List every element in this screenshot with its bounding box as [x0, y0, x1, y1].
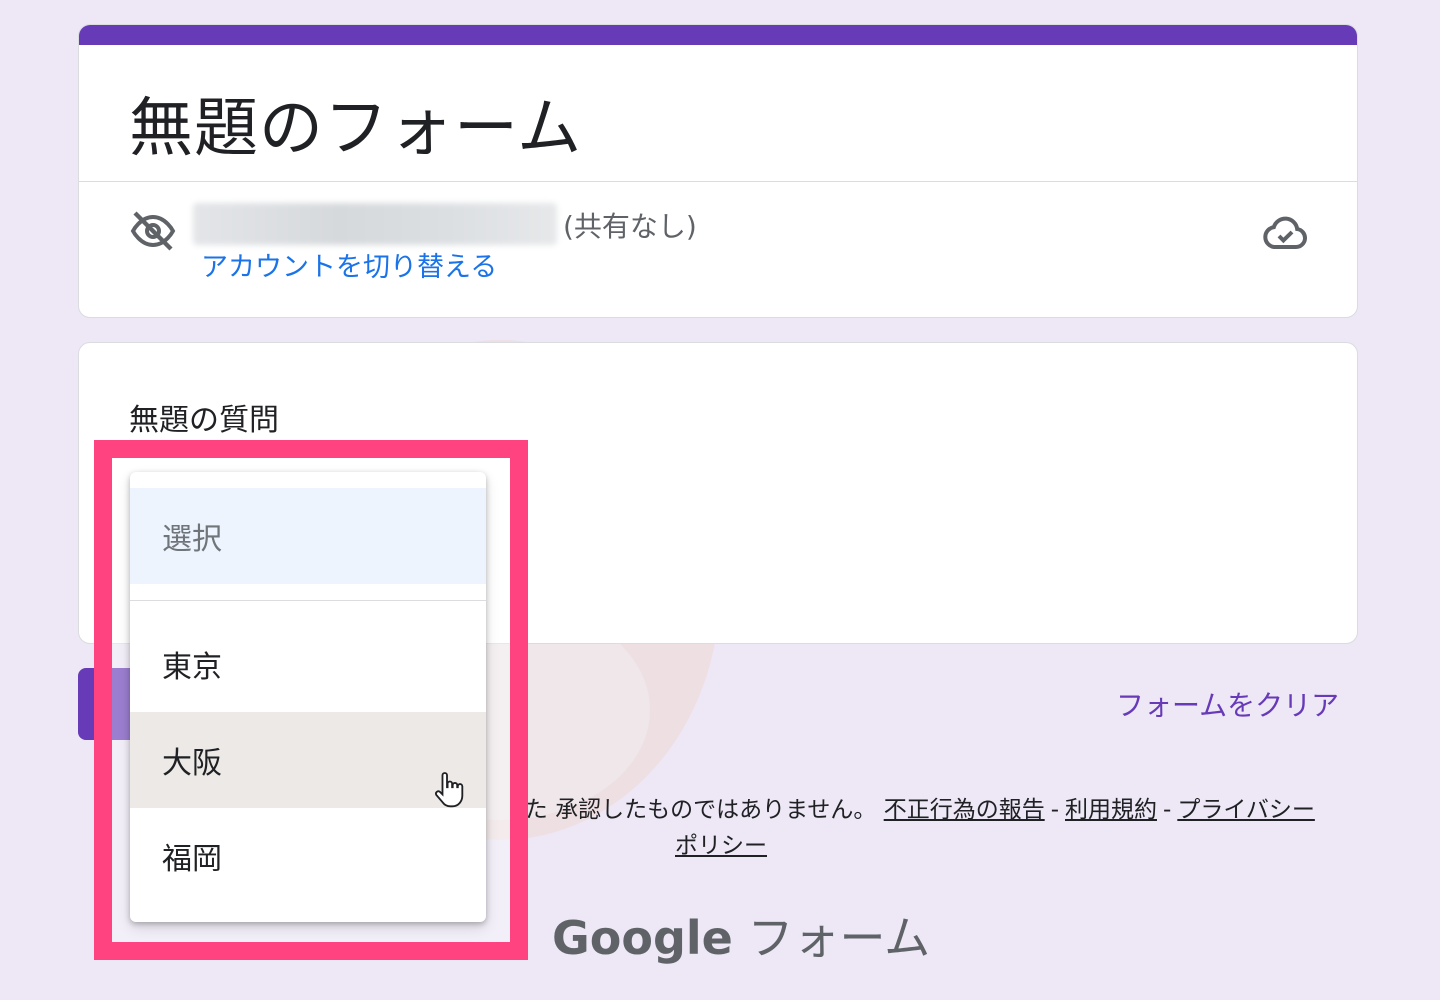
forms-wordmark: フォーム [747, 911, 931, 965]
cloud-check-icon [1263, 216, 1307, 249]
terms-link[interactable]: 利用規約 [1065, 797, 1157, 823]
google-forms-logo: Google フォーム [552, 902, 930, 968]
account-email-redacted [193, 203, 557, 245]
dropdown-menu[interactable]: 選択 東京 大阪 福岡 [130, 472, 486, 922]
share-status: (共有なし) [563, 210, 697, 243]
dropdown-option-placeholder[interactable]: 選択 [130, 488, 486, 584]
header-divider [79, 181, 1357, 182]
form-title: 無題のフォーム [129, 92, 583, 166]
google-wordmark: Google [552, 911, 733, 965]
eye-off-icon [130, 211, 176, 251]
dropdown-option-tokyo[interactable]: 東京 [130, 616, 486, 712]
hand-pointer-cursor-icon [435, 772, 464, 808]
footer-text-end: 承認したものではありません。 [555, 797, 877, 823]
switch-account-link[interactable]: アカウントを切り替える [201, 245, 497, 284]
question-title: 無題の質問 [129, 403, 279, 438]
clear-form-link[interactable]: フォームをクリア [1116, 684, 1339, 724]
dropdown-divider [130, 600, 486, 601]
report-abuse-link[interactable]: 不正行為の報告 [884, 797, 1045, 823]
form-header-card: 無題のフォーム (共有なし) アカウントを切り替える [78, 24, 1358, 318]
header-accent-bar [79, 25, 1357, 45]
dropdown-option-fukuoka[interactable]: 福岡 [130, 808, 486, 904]
footer-text-middle: た [524, 797, 548, 823]
